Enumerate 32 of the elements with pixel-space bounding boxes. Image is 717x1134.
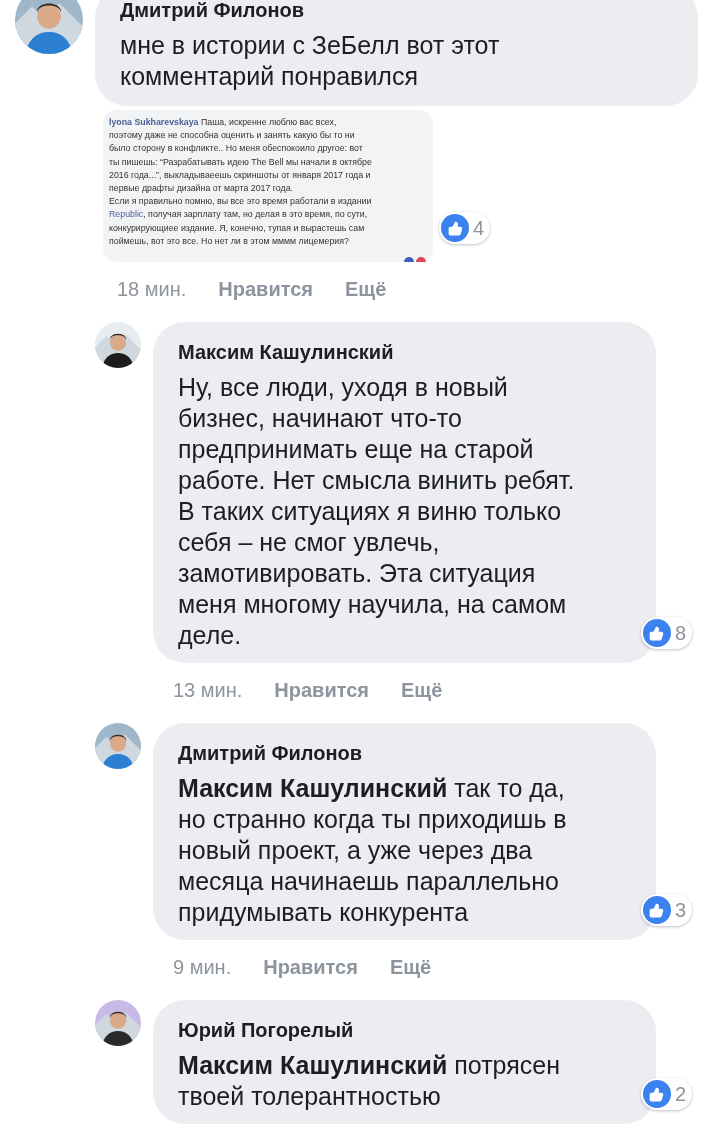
reaction-badge[interactable]: 2 (640, 1078, 692, 1111)
reaction-count: 8 (674, 623, 686, 644)
screenshot-text: lyona Sukharevskaya Паша, искренне люблю вас всех, поэтому даже не способна оценить и занять какую бы то ни было сторону в конфликте.. Но меня обеспокоило другое: вот ты пишешь: “Разрабатывать идею The Bell мы начали в октябре 2016 года...”, выкладываеешь скриншоты от января 2017 года и первые драфты дизайна от марта 2017 года. Если я правильно помню, вы все это время работали в издании Republic, получая зарплату там, но делая в это время, по сути, конкурирующиее издание. Я, конечно, тупая и вырастешь сам поймешь, вот это все. Но нет ли в этом мммм лицемерия? (109, 116, 373, 248)
author-name[interactable]: Максим Кашулинский (178, 338, 631, 367)
comment-text: мне в истории с ЗеБелл вот этот комментарий понравился (120, 30, 501, 92)
like-icon (642, 619, 671, 648)
action-link[interactable]: Нравится (218, 274, 314, 305)
like-icon (441, 214, 469, 243)
action-link[interactable]: Ещё (345, 274, 387, 305)
action-link[interactable]: Ещё (389, 952, 432, 983)
reaction-badge[interactable]: 4 (439, 212, 491, 245)
comment-text: Максим Кашулинский потрясен твоей толерантностью (178, 1050, 561, 1113)
reactions-icon (403, 254, 427, 263)
comment-text: Ну, все люди, уходя в новый бизнес, начинают что-то предпринимать еще на старой работе. Нет смысла винить ребят. В таких ситуациях я виню только себя – не смог увлечь, замотивировать. Эта ситуация меня многому научила, на самом деле. (178, 372, 576, 652)
reaction-badge[interactable]: 3 (640, 894, 692, 927)
author-name[interactable]: Юрий Погорелый (178, 1016, 631, 1045)
timestamp: 13 мин. (173, 678, 243, 704)
reaction-count: 4 (473, 218, 485, 239)
timestamp: 9 мин. (173, 955, 232, 981)
author-link[interactable]: lyona Sukharevskaya (109, 117, 199, 127)
reaction-count: 3 (674, 900, 686, 921)
action-link[interactable]: Нравится (274, 675, 370, 706)
timestamp: 18 мин. (117, 277, 187, 303)
author-name[interactable]: Дмитрий Филонов (178, 739, 631, 768)
action-link[interactable]: Ещё (401, 675, 443, 706)
reaction-badge[interactable]: 8 (640, 617, 692, 650)
comment-text: Максим Кашулинский так то да, но странно когда ты приходишь в новый проект, а уже через два месяца начинаешь параллельно придумывать конкурента (178, 773, 568, 929)
author-name[interactable]: Дмитрий Филонов (120, 0, 673, 24)
reaction-count: 2 (674, 1084, 686, 1105)
like-icon (642, 896, 671, 925)
like-icon (642, 1080, 671, 1109)
action-link[interactable]: Нравится (263, 952, 358, 983)
